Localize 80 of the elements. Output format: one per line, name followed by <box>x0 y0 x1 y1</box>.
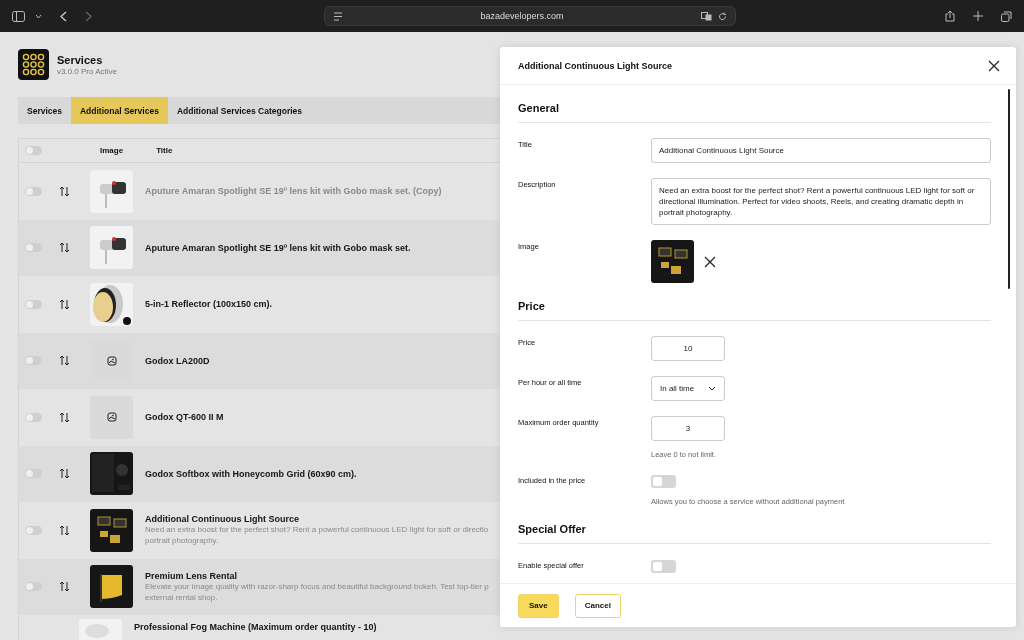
toggle-knob <box>26 413 33 421</box>
toggle-knob <box>653 477 662 486</box>
save-button[interactable]: Save <box>518 593 559 618</box>
title-field[interactable]: Additional Continuous Light Source <box>651 138 991 163</box>
service-title: Premium Lens Rental <box>145 570 239 581</box>
sort-arrows-icon[interactable] <box>59 581 70 593</box>
service-description: portrait photography. <box>145 535 220 547</box>
section-heading: General <box>518 102 991 123</box>
toggle-knob <box>26 526 33 534</box>
toggle-knob <box>26 300 33 308</box>
row-toggle[interactable] <box>25 582 42 592</box>
chevron-down-icon <box>708 386 716 391</box>
service-title: 5-in-1 Reflector (100x150 cm). <box>145 299 273 310</box>
back-icon[interactable] <box>60 10 67 22</box>
sort-arrows-icon[interactable] <box>59 524 70 536</box>
toggle-knob <box>26 470 33 478</box>
column-header: Title <box>156 146 173 155</box>
tabs-overview-icon[interactable] <box>1001 10 1012 22</box>
close-button[interactable] <box>988 59 1000 72</box>
sort-arrows-icon[interactable] <box>59 355 70 367</box>
translate-icon[interactable] <box>701 11 712 21</box>
reload-icon[interactable] <box>718 11 727 21</box>
service-description: Need an extra boost for the perfect shot? Rent a powerful continuous LED light for soft or directio <box>145 524 489 536</box>
toggle-knob <box>26 147 33 154</box>
row-toggle[interactable] <box>25 469 42 479</box>
sort-arrows-icon[interactable] <box>59 298 70 310</box>
sort-arrows-icon[interactable] <box>59 468 70 480</box>
new-tab-icon[interactable] <box>973 11 983 21</box>
image-placeholder-icon <box>106 355 117 366</box>
tab[interactable]: Additional Services <box>71 97 168 124</box>
row-toggle[interactable] <box>25 299 42 309</box>
toggle-knob <box>653 562 662 571</box>
sort-arrows-icon[interactable] <box>59 242 70 254</box>
tab[interactable]: Additional Services Categories <box>167 97 312 124</box>
service-description: external rental shop. <box>145 591 219 603</box>
toggle-knob <box>26 187 33 195</box>
forward-icon[interactable] <box>85 10 92 22</box>
service-title: Godox QT-600 II M <box>145 412 224 423</box>
column-header: Image <box>100 146 124 155</box>
scrollbar[interactable] <box>1008 89 1010 289</box>
service-title: Godox LA200D <box>145 355 210 366</box>
number-field[interactable]: 3 <box>651 416 725 441</box>
chevron-down-icon[interactable] <box>35 13 42 19</box>
toggle-switch[interactable] <box>651 560 676 573</box>
toggle-knob <box>26 244 33 252</box>
service-title: Godox Softbox with Honeycomb Grid (60x90 cm). <box>145 468 357 479</box>
service-title: Professional Fog Machine (Maximum order quantity - 10) <box>134 622 377 632</box>
address-bar[interactable]: bazadevelopers.com <box>324 6 736 26</box>
number-field[interactable]: 10 <box>651 336 725 361</box>
section-heading: Price <box>518 300 991 321</box>
row-toggle[interactable] <box>25 412 42 422</box>
remove-image-button[interactable] <box>704 255 716 268</box>
toggle-knob <box>26 357 33 365</box>
version-text: v3.0.0 Pro Active <box>57 66 118 76</box>
service-title: Aputure Amaran Spotlight SE 19º lens kit with Gobo mask set. <box>145 242 411 253</box>
cancel-button[interactable]: Cancel <box>574 593 621 618</box>
service-title: Aputure Amaran Spotlight SE 19º lens kit with Gobo mask set. (Copy) <box>145 186 442 197</box>
row-toggle[interactable] <box>25 356 42 366</box>
row-toggle[interactable] <box>25 186 42 196</box>
select-all-toggle[interactable] <box>25 146 42 155</box>
tab[interactable]: Services <box>18 97 71 124</box>
page-menu-icon[interactable] <box>333 11 343 21</box>
period-select[interactable]: In all time <box>651 376 725 401</box>
url-text: bazadevelopers.com <box>479 11 565 21</box>
section-heading: Special Offer <box>518 523 991 544</box>
row-toggle[interactable] <box>25 243 42 253</box>
service-title: Additional Continuous Light Source <box>145 514 300 525</box>
toggle-knob <box>26 583 33 591</box>
description-field[interactable]: Need an extra boost for the perfect shot? Rent a powerful continuous LED light for soft or directional illumination. Perfect for video shoots, Reels, and creating dramatic depth in portrait photography. <box>651 178 991 225</box>
sort-arrows-icon[interactable] <box>59 185 70 197</box>
sidebar-icon[interactable] <box>12 10 25 22</box>
service-description: Elevate your image quality with razor-sharp focus and beautiful background bokeh. Test top-tier p <box>145 580 489 592</box>
app-logo <box>18 49 49 80</box>
share-icon[interactable] <box>945 10 955 22</box>
toggle-switch[interactable] <box>651 475 676 488</box>
sort-arrows-icon[interactable] <box>59 411 70 423</box>
app-title: Services <box>57 53 104 66</box>
drawer-title: Additional Continuous Light Source <box>518 60 672 71</box>
image-placeholder-icon <box>106 412 117 423</box>
row-toggle[interactable] <box>25 525 42 535</box>
